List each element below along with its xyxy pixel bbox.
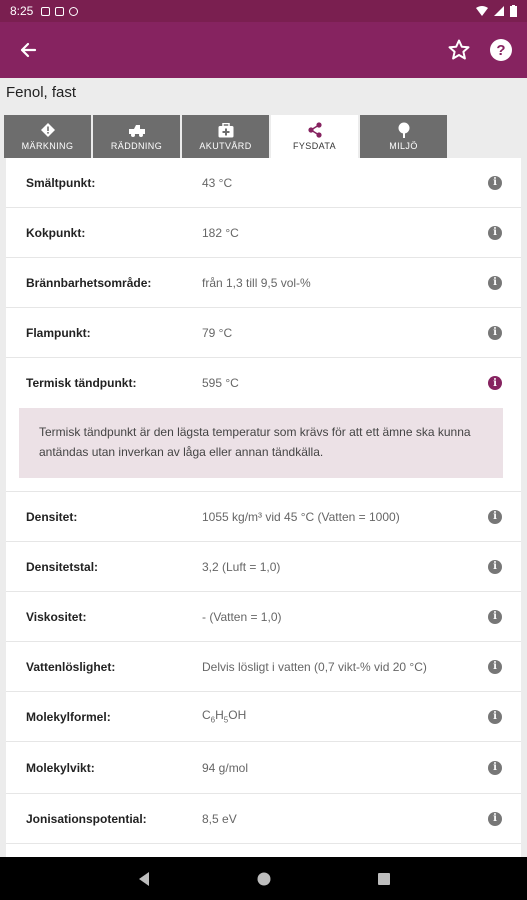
list-item: Molekylvikt: 94 g/mol i [6, 742, 521, 794]
tab-label: RÄDDNING [110, 141, 163, 151]
row-value: 595 °C [202, 376, 239, 390]
info-icon[interactable]: i [488, 509, 502, 524]
tab-raddning[interactable]: RÄDDNING [93, 115, 180, 158]
row-value: - (Vatten = 1,0) [202, 609, 282, 624]
row-label: Densitet: [26, 509, 78, 524]
info-icon[interactable]: i [488, 325, 502, 340]
row-label: Jonisationspotential: [26, 811, 147, 826]
row-label: Molekylformel: [26, 709, 111, 724]
row-label: Densitetstal: [26, 559, 99, 574]
arrow-left-icon [20, 42, 37, 58]
list-item: Jonisationspotential: 8,5 eV i [6, 794, 521, 844]
list-item: Densitet: 1055 kg/m³ vid 45 °C (Vatten =… [6, 492, 521, 542]
help-button[interactable]: ? [483, 32, 519, 68]
sd-card-icon [55, 6, 65, 16]
info-icon[interactable]: i [488, 559, 502, 574]
molecular-formula: C6H5OH [202, 708, 247, 725]
explanation-container: Termisk tändpunkt är den lägsta temperat… [6, 408, 521, 492]
info-icon[interactable]: i [488, 760, 502, 775]
row-value: Delvis lösligt i vatten (0,7 vikt-% vid … [202, 659, 427, 674]
battery-icon [510, 5, 517, 17]
row-value: 79 °C [202, 325, 233, 340]
nav-home-icon[interactable] [256, 871, 272, 887]
row-label: Viskositet: [26, 609, 87, 624]
row-value: 43 °C [202, 175, 233, 190]
row-label: Smältpunkt: [26, 175, 96, 190]
fire-truck-icon [128, 122, 146, 138]
row-value: 182 °C [202, 225, 239, 240]
info-icon[interactable]: i [488, 609, 502, 624]
tab-label: MÄRKNING [21, 141, 74, 151]
star-outline-icon [448, 39, 470, 60]
nav-recents-icon[interactable] [377, 872, 391, 886]
list-item: Vattenlöslighet: Delvis lösligt i vatten… [6, 642, 521, 692]
tab-miljo[interactable]: MILJÖ [360, 115, 447, 158]
tab-fysdata[interactable]: FYSDATA [271, 115, 358, 158]
row-label: Termisk tändpunkt: [26, 376, 137, 390]
back-button[interactable] [0, 22, 56, 78]
row-value: 3,2 (Luft = 1,0) [202, 559, 281, 574]
svg-text:?: ? [496, 42, 505, 59]
status-time: 8:25 [10, 4, 34, 18]
list-item: Brännbarhetsområde: från 1,3 till 9,5 vo… [6, 258, 521, 308]
molecule-icon [307, 122, 323, 138]
row-label: Flampunkt: [26, 325, 91, 340]
tab-label: MILJÖ [389, 141, 418, 151]
tab-bar: MÄRKNING RÄDDNING AKUTVÅRD FYSDATA MILJÖ [4, 115, 523, 158]
row-label: Molekylvikt: [26, 760, 95, 775]
tree-icon [396, 122, 412, 138]
info-icon-active[interactable]: i [488, 376, 502, 390]
help-circle-icon: ? [490, 39, 512, 61]
list-item: Densitetstal: 3,2 (Luft = 1,0) i [6, 542, 521, 592]
list-item: Kokpunkt: 182 °C i [6, 208, 521, 258]
status-bar: 8:25 [0, 0, 527, 22]
list-item: Flampunkt: 79 °C i [6, 308, 521, 358]
list-item: Smältpunkt: 43 °C i [6, 158, 521, 208]
info-icon[interactable]: i [488, 225, 502, 240]
info-icon[interactable]: i [488, 175, 502, 190]
tab-akutvard[interactable]: AKUTVÅRD [182, 115, 269, 158]
list-item-expanded: Termisk tändpunkt: 595 °C i [6, 358, 521, 408]
info-icon[interactable]: i [488, 811, 502, 826]
info-icon[interactable]: i [488, 275, 502, 290]
favorite-button[interactable] [441, 32, 477, 68]
tab-label: AKUTVÅRD [199, 141, 252, 151]
row-value: 8,5 eV [202, 811, 237, 826]
physical-data-list: Smältpunkt: 43 °C i Kokpunkt: 182 °C i B… [6, 158, 521, 857]
signal-icon [494, 6, 504, 16]
system-nav-bar [0, 857, 527, 900]
info-icon[interactable]: i [488, 709, 502, 724]
row-value: 1055 kg/m³ vid 45 °C (Vatten = 1000) [202, 509, 400, 524]
row-value: 94 g/mol [202, 760, 249, 775]
notification-icons [41, 6, 79, 16]
first-aid-kit-icon [218, 122, 234, 138]
list-item: Viskositet: - (Vatten = 1,0) i [6, 592, 521, 642]
notification-a-icon [41, 6, 51, 16]
explanation-text: Termisk tändpunkt är den lägsta temperat… [19, 408, 503, 478]
page-title: Fenol, fast [6, 84, 77, 101]
row-label: Kokpunkt: [26, 225, 86, 240]
row-value: från 1,3 till 9,5 vol-% [202, 275, 311, 290]
warning-diamond-icon [40, 122, 56, 138]
tab-markning[interactable]: MÄRKNING [4, 115, 91, 158]
app-bar: ? [0, 22, 527, 78]
nav-back-icon[interactable] [137, 871, 151, 887]
wifi-icon [476, 6, 488, 16]
list-item: Molekylformel: C6H5OH i [6, 692, 521, 742]
row-label: Vattenlöslighet: [26, 659, 116, 674]
tab-label: FYSDATA [293, 141, 336, 151]
sync-icon [69, 6, 79, 16]
row-label: Brännbarhetsområde: [26, 275, 152, 290]
info-icon[interactable]: i [488, 659, 502, 674]
